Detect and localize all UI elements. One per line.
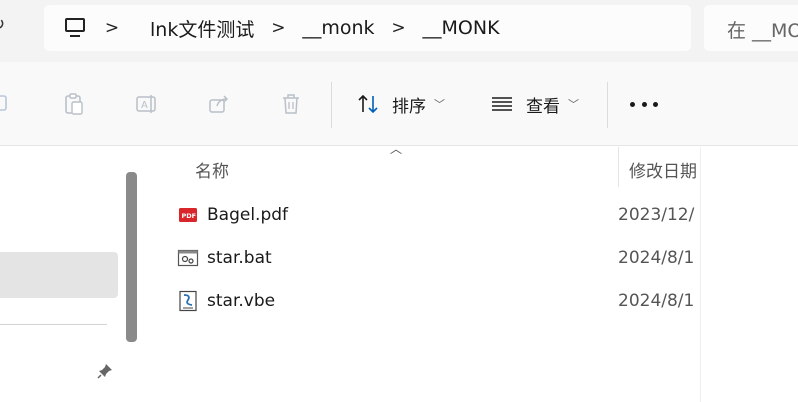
- this-pc-icon[interactable]: [64, 17, 86, 39]
- toolbar-divider: [331, 82, 332, 128]
- nav-divider: [0, 324, 107, 325]
- refresh-icon[interactable]: ↻: [0, 14, 14, 42]
- column-header-date-modified[interactable]: 修改日期: [618, 147, 697, 187]
- column-header-name[interactable]: 名称: [195, 147, 229, 187]
- file-name[interactable]: star.bat: [207, 248, 272, 268]
- view-button[interactable]: 查看 ﹀: [490, 88, 579, 120]
- navigation-pane: [0, 147, 146, 402]
- nav-scrollbar[interactable]: [126, 172, 137, 342]
- pin-icon[interactable]: [96, 362, 114, 380]
- svg-text:A: A: [141, 100, 148, 111]
- toolbar-divider: [607, 82, 608, 128]
- delete-icon[interactable]: [279, 92, 303, 116]
- chevron-right-icon[interactable]: >: [381, 18, 417, 38]
- file-date: 2024/8/1: [618, 248, 695, 268]
- search-input[interactable]: 在 __MONK 中搜索: [704, 5, 798, 51]
- breadcrumb-item-monk[interactable]: __monk: [296, 17, 380, 39]
- script-file-icon: [179, 290, 197, 312]
- nav-item-selected[interactable]: [0, 252, 118, 298]
- address-bar-row: ↻ > lnk文件测试 > __monk > __MONK 在 __MONK 中…: [0, 0, 798, 62]
- file-row[interactable]: star.vbe 2024/8/1: [147, 279, 798, 322]
- batch-file-icon: [177, 249, 199, 267]
- command-bar: A 排序 ﹀ 查看 ﹀: [0, 62, 798, 146]
- paste-icon[interactable]: [62, 92, 86, 116]
- view-list-icon: [492, 97, 512, 111]
- svg-text:PDF: PDF: [182, 212, 197, 220]
- sort-label: 排序: [392, 96, 426, 117]
- share-icon[interactable]: [207, 92, 231, 116]
- more-options-icon[interactable]: [630, 92, 658, 116]
- file-name[interactable]: star.vbe: [207, 291, 275, 311]
- file-list: ︿ 名称 修改日期 PDF Bagel.pdf 2023/12/ star.ba…: [147, 142, 798, 402]
- breadcrumb-item-lnk[interactable]: lnk文件测试: [144, 15, 260, 42]
- file-row[interactable]: PDF Bagel.pdf 2023/12/: [147, 193, 798, 236]
- breadcrumb-item-MONK[interactable]: __MONK: [417, 17, 506, 39]
- chevron-down-icon: ﹀: [434, 98, 445, 111]
- breadcrumb[interactable]: > lnk文件测试 > __monk > __MONK: [44, 5, 691, 51]
- sort-button[interactable]: 排序 ﹀: [356, 88, 445, 120]
- chevron-right-icon[interactable]: >: [260, 18, 296, 38]
- file-row[interactable]: star.bat 2024/8/1: [147, 236, 798, 279]
- chevron-down-icon: ﹀: [568, 98, 579, 111]
- chevron-right-icon[interactable]: >: [102, 18, 122, 38]
- rename-icon[interactable]: A: [135, 92, 159, 116]
- file-name[interactable]: Bagel.pdf: [207, 205, 288, 225]
- pdf-file-icon: PDF: [179, 208, 197, 222]
- view-label: 查看: [526, 96, 560, 117]
- sort-icon: [358, 94, 378, 114]
- copy-icon[interactable]: [0, 92, 14, 116]
- file-date: 2023/12/: [618, 205, 695, 225]
- file-date: 2024/8/1: [618, 291, 695, 311]
- sort-ascending-icon: ︿: [390, 142, 403, 156]
